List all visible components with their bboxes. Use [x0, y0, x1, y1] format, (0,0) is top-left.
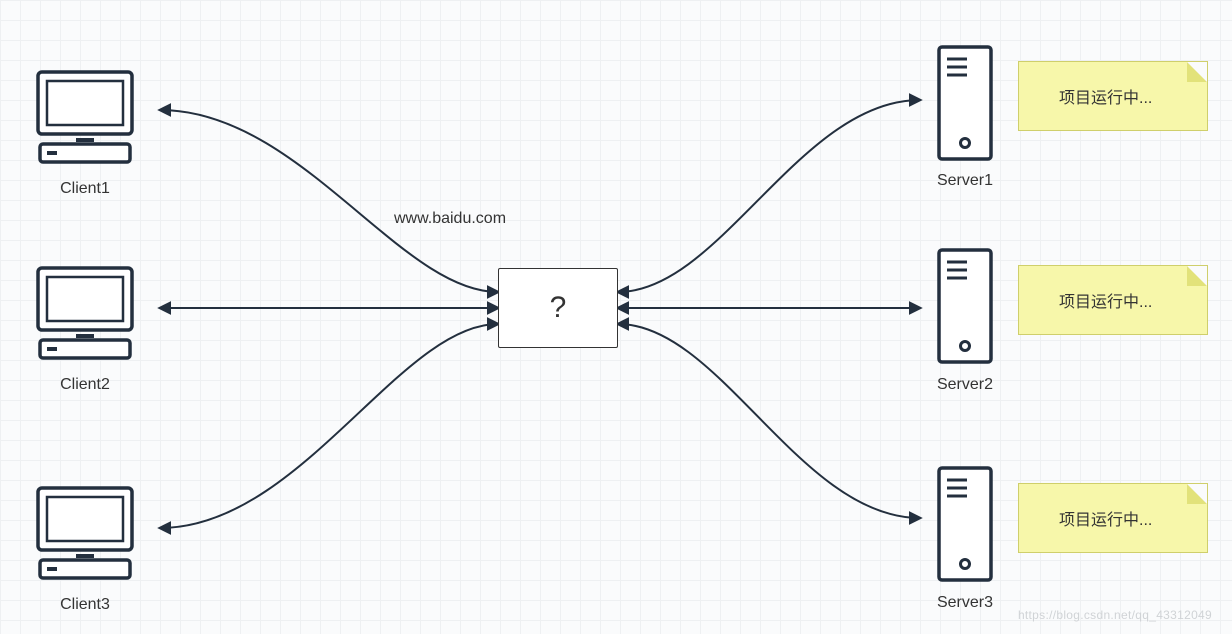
- client-icon: [30, 258, 140, 373]
- server-icon: [935, 246, 995, 371]
- note: 项目运行中...: [1018, 483, 1208, 553]
- note: 项目运行中...: [1018, 265, 1208, 335]
- note-text: 项目运行中...: [1059, 506, 1152, 530]
- client-icon: [30, 478, 140, 593]
- arrow-center-client1: [160, 110, 498, 292]
- note: 项目运行中...: [1018, 61, 1208, 131]
- client-label: Client3: [30, 596, 140, 614]
- client-label: Client1: [30, 180, 140, 198]
- arrow-center-server3: [618, 324, 920, 518]
- url-label: www.baidu.com: [350, 210, 550, 228]
- client-icon: [30, 62, 140, 177]
- center-box: ?: [498, 268, 618, 348]
- note-text: 项目运行中...: [1059, 84, 1152, 108]
- note-text: 项目运行中...: [1059, 288, 1152, 312]
- server-icon: [935, 43, 995, 168]
- client-label: Client2: [30, 376, 140, 394]
- server-icon: [935, 464, 995, 589]
- watermark: https://blog.csdn.net/qq_43312049: [1018, 608, 1212, 622]
- server-label: Server1: [920, 172, 1010, 190]
- arrow-center-server1: [618, 100, 920, 292]
- center-text: ?: [550, 291, 567, 325]
- server-label: Server3: [920, 594, 1010, 612]
- server-label: Server2: [920, 376, 1010, 394]
- arrow-center-client3: [160, 324, 498, 528]
